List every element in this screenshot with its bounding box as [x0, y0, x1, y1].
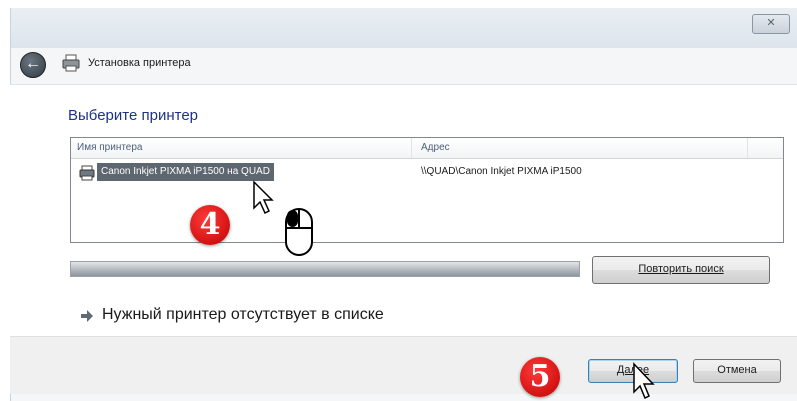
back-arrow-icon[interactable]: ←	[20, 52, 46, 78]
window-title: Установка принтера	[88, 57, 191, 69]
column-header-address[interactable]: Адрес	[421, 142, 450, 153]
close-icon[interactable]: ✕	[752, 14, 790, 34]
list-header: Имя принтера Адрес	[71, 138, 783, 159]
step-badge-4: 4	[190, 205, 230, 245]
table-row[interactable]: Canon Inkjet PIXMA iP1500 на QUAD \\QUAD…	[75, 162, 775, 184]
column-divider[interactable]	[411, 138, 412, 158]
cursor-arrow-icon	[633, 362, 655, 400]
retry-search-label: Повторить поиск	[638, 263, 724, 275]
title-bar: ✕	[11, 8, 797, 48]
search-progress-bar	[70, 261, 580, 277]
cancel-button[interactable]: Отмена	[693, 359, 781, 383]
cursor-arrow-icon	[253, 180, 274, 215]
retry-search-button[interactable]: Повторить поиск	[592, 256, 770, 284]
printer-address-cell: \\QUAD\Canon Inkjet PIXMA iP1500	[421, 166, 582, 177]
printer-icon	[79, 165, 95, 181]
printer-missing-label: Нужный принтер отсутствует в списке	[102, 306, 384, 323]
step-badge-5: 5	[520, 357, 560, 397]
mouse-icon	[285, 208, 313, 256]
dialog-footer: Далее Отмена	[10, 336, 797, 394]
printer-icon	[62, 54, 80, 72]
printer-list[interactable]: Имя принтера Адрес Canon Inkjet PIXMA iP…	[70, 137, 784, 243]
column-header-name[interactable]: Имя принтера	[77, 142, 143, 153]
cancel-label: Отмена	[717, 364, 757, 376]
main-content: Выберите принтер Имя принтера Адрес Cano…	[10, 84, 797, 337]
link-arrow-icon	[81, 310, 93, 322]
column-divider[interactable]	[747, 138, 748, 158]
printer-name-cell[interactable]: Canon Inkjet PIXMA iP1500 на QUAD	[97, 163, 274, 181]
page-title: Выберите принтер	[68, 107, 198, 124]
